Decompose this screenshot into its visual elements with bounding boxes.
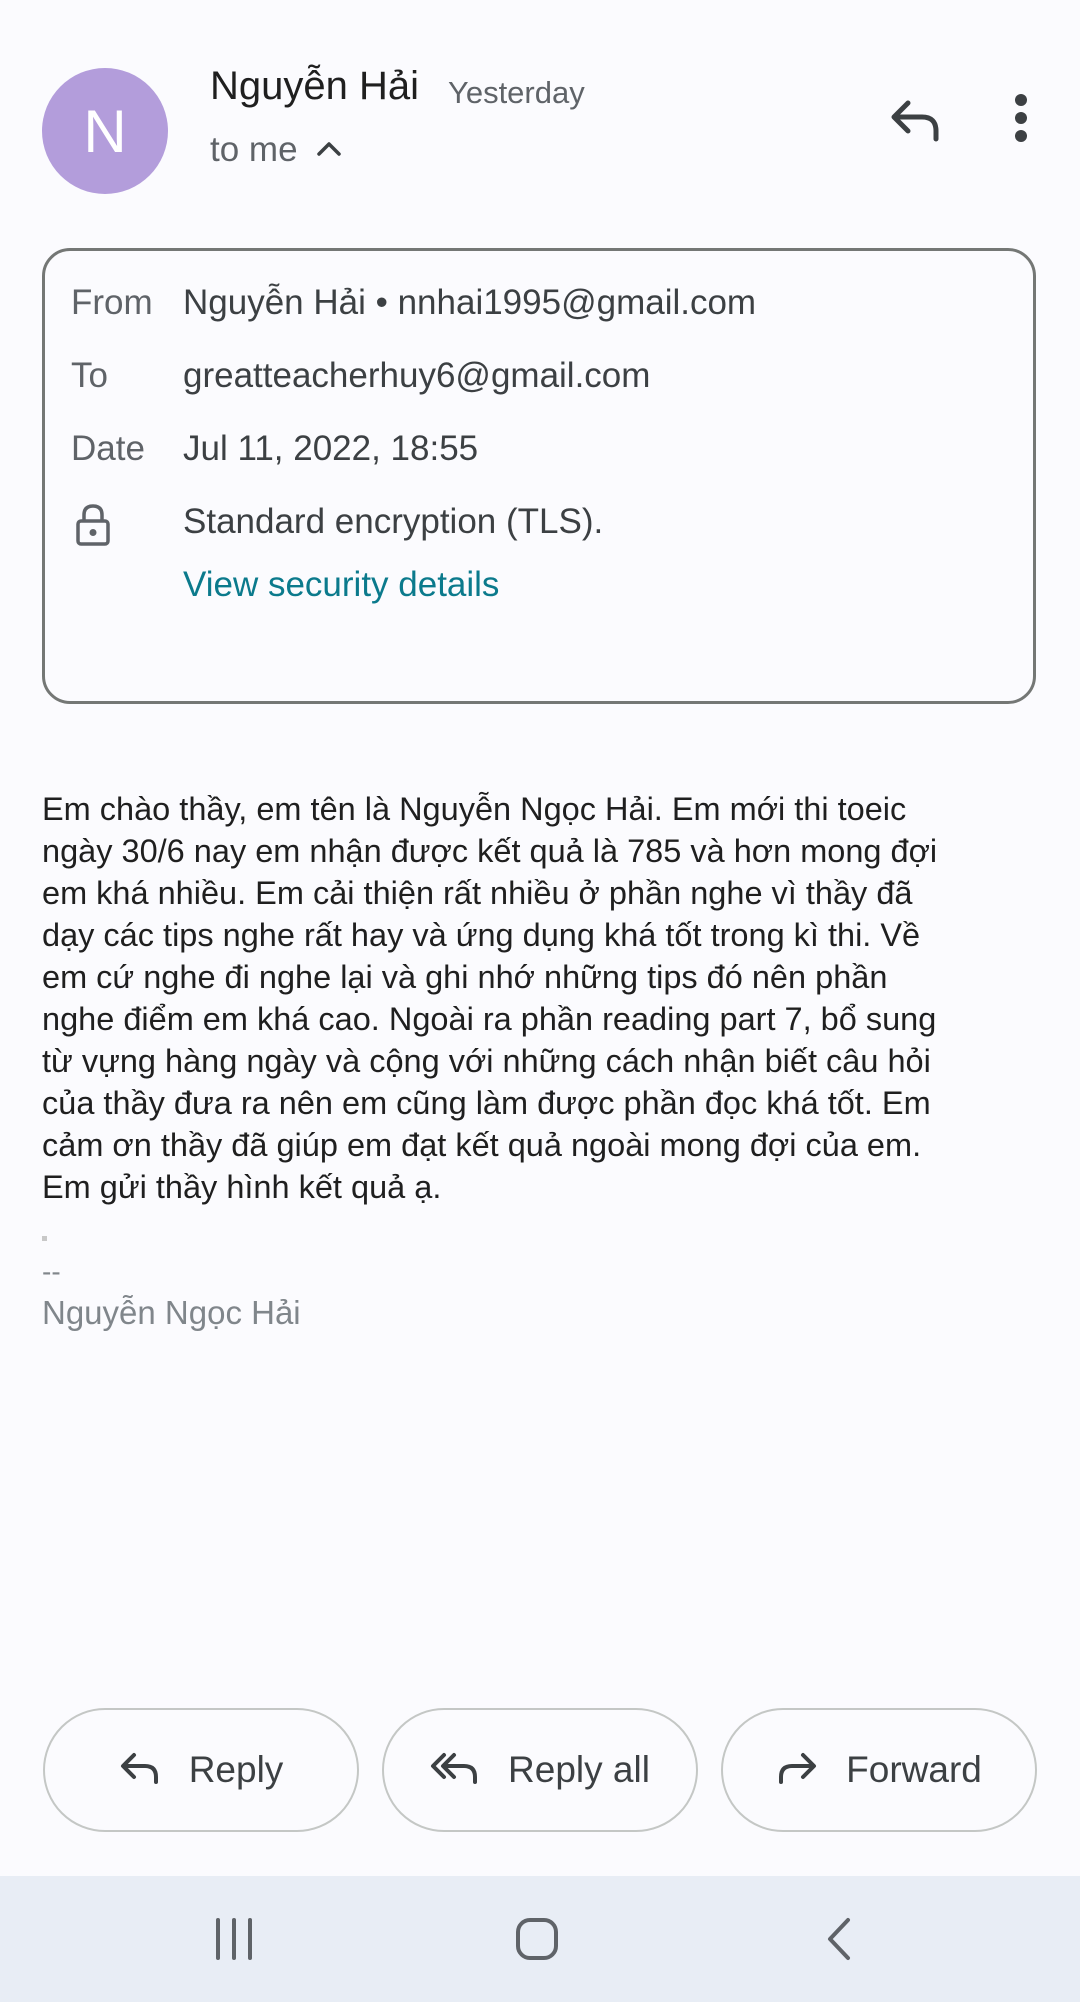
- body-line: từ vựng hàng ngày và cộng với những cách…: [42, 1043, 931, 1079]
- message-body: Em chào thầy, em tên là Nguyễn Ngọc Hải.…: [42, 788, 1038, 1208]
- signature-separator: --: [42, 1256, 61, 1287]
- more-options-button[interactable]: [996, 92, 1046, 148]
- reply-all-button[interactable]: Reply all: [382, 1708, 698, 1832]
- reply-action-button[interactable]: Reply: [43, 1708, 359, 1832]
- home-icon[interactable]: [514, 1916, 560, 1967]
- encryption-text: Standard encryption (TLS).: [183, 502, 604, 541]
- view-security-details-link[interactable]: View security details: [183, 565, 499, 605]
- recipient-text: to me: [210, 130, 298, 169]
- chevron-up-icon: [314, 138, 344, 163]
- message-time: Yesterday: [448, 75, 585, 110]
- date-label: Date: [71, 429, 145, 468]
- forward-button[interactable]: Forward: [721, 1708, 1037, 1832]
- lock-icon: [75, 503, 111, 552]
- body-line: Em chào thầy, em tên là Nguyễn Ngọc Hải.…: [42, 791, 907, 827]
- from-value: Nguyễn Hải • nnhai1995@gmail.com: [183, 283, 757, 322]
- reply-label: Reply: [188, 1749, 284, 1790]
- body-line: của thầy đưa ra nên em cũng làm được phầ…: [42, 1085, 931, 1121]
- recent-apps-icon[interactable]: [212, 1916, 256, 1967]
- reply-all-icon: [430, 1750, 480, 1791]
- message-details-card: From Nguyễn Hải • nnhai1995@gmail.com To…: [42, 248, 1036, 704]
- forward-label: Forward: [846, 1749, 982, 1790]
- to-label: To: [71, 356, 108, 395]
- more-vert-icon: [1014, 93, 1028, 147]
- reply-button[interactable]: [880, 92, 950, 152]
- date-value: Jul 11, 2022, 18:55: [183, 429, 479, 468]
- to-value: greatteacherhuy6@gmail.com: [183, 356, 651, 395]
- body-line: Em gửi thầy hình kết quả ạ.: [42, 1169, 442, 1205]
- recipient-toggle[interactable]: to me: [210, 130, 344, 170]
- body-line: dạy các tips nghe rất hay và ứng dụng kh…: [42, 917, 921, 953]
- body-line: cảm ơn thầy đã giúp em đạt kết quả ngoài…: [42, 1127, 922, 1163]
- forward-icon: [776, 1750, 818, 1791]
- system-navigation-bar: [0, 1876, 1080, 2002]
- reply-all-label: Reply all: [508, 1749, 650, 1790]
- from-label: From: [71, 283, 153, 322]
- reply-icon: [888, 97, 942, 148]
- reply-icon: [119, 1750, 161, 1791]
- body-line: ngày 30/6 nay em nhận được kết quả là 78…: [42, 833, 938, 869]
- avatar[interactable]: N: [42, 68, 168, 194]
- body-line: nghe điểm em khá cao. Ngoài ra phần read…: [42, 1001, 937, 1037]
- avatar-letter: N: [83, 97, 127, 165]
- trimmed-content-marker: [42, 1236, 47, 1241]
- body-line: em khá nhiều. Em cải thiện rất nhiều ở p…: [42, 875, 913, 911]
- body-line: em cứ nghe đi nghe lại và ghi nhớ những …: [42, 959, 888, 995]
- sender-name[interactable]: Nguyễn Hải: [210, 64, 419, 109]
- signature-name: Nguyễn Ngọc Hải: [42, 1294, 301, 1331]
- back-icon[interactable]: [824, 1916, 854, 1967]
